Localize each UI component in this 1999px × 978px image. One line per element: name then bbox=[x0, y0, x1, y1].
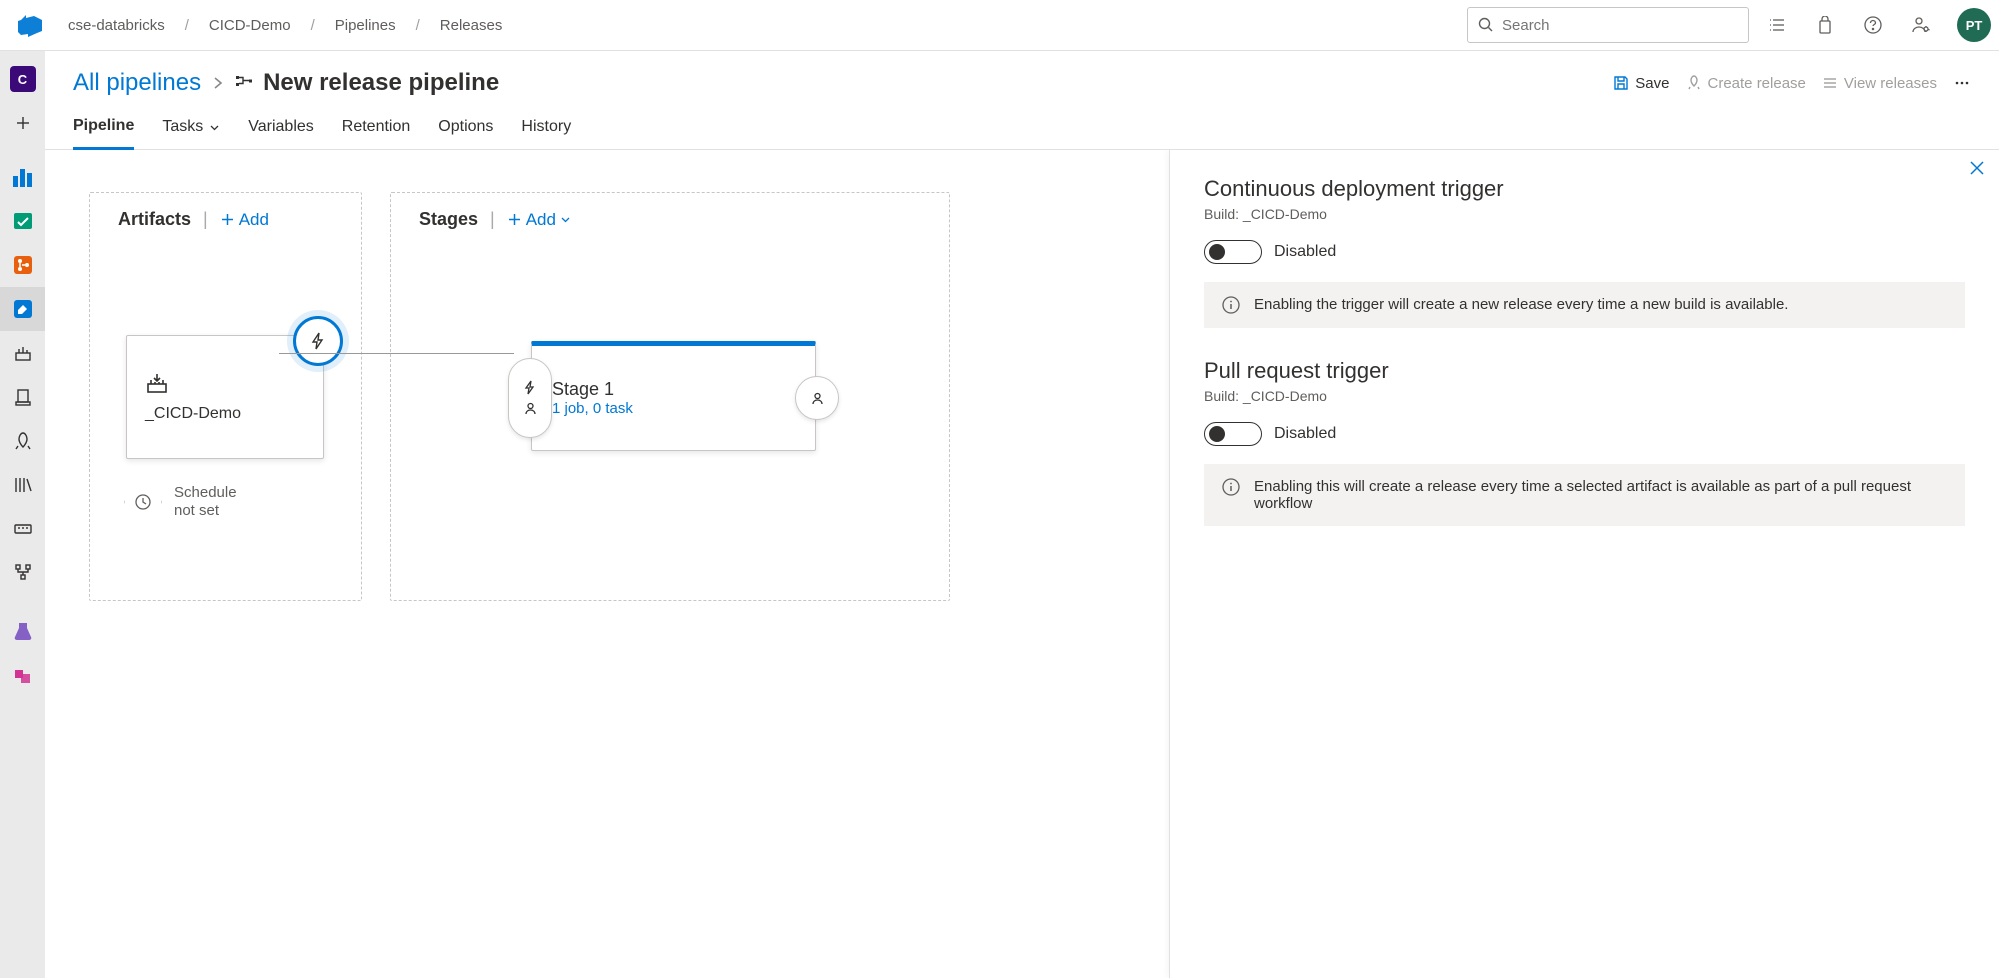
person-icon bbox=[523, 401, 538, 416]
nav-boards-icon[interactable] bbox=[0, 199, 45, 243]
user-avatar[interactable]: PT bbox=[1957, 8, 1991, 42]
schedule-hex-icon bbox=[124, 481, 162, 523]
info-icon bbox=[1222, 478, 1240, 496]
close-panel-button[interactable] bbox=[1969, 160, 1985, 176]
tab-variables[interactable]: Variables bbox=[248, 118, 314, 148]
clock-icon bbox=[134, 493, 152, 511]
all-pipelines-link[interactable]: All pipelines bbox=[73, 69, 201, 97]
info-icon bbox=[1222, 296, 1240, 314]
stages-heading: Stages bbox=[419, 209, 478, 230]
pr-trigger-toggle-label: Disabled bbox=[1274, 425, 1336, 443]
artifacts-column: Artifacts | Add _CICD-Demo bbox=[89, 192, 362, 601]
nav-overview-icon[interactable] bbox=[0, 155, 45, 199]
tab-tasks[interactable]: Tasks bbox=[162, 118, 220, 148]
pr-trigger-heading: Pull request trigger bbox=[1204, 358, 1965, 384]
tab-retention[interactable]: Retention bbox=[342, 118, 411, 148]
lightning-icon bbox=[523, 380, 538, 395]
view-releases-button[interactable]: View releases bbox=[1822, 75, 1937, 92]
pr-trigger-toggle[interactable] bbox=[1204, 422, 1262, 446]
artifact-name: _CICD-Demo bbox=[145, 405, 305, 423]
nav-environments-icon[interactable] bbox=[0, 375, 45, 419]
artifacts-heading: Artifacts bbox=[118, 209, 191, 230]
chevron-down-icon bbox=[560, 214, 571, 225]
trigger-panel: Continuous deployment trigger Build: _CI… bbox=[1169, 150, 1999, 978]
nav-taskgroups-icon[interactable] bbox=[0, 507, 45, 551]
top-bar: cse-databricks / CICD-Demo / Pipelines /… bbox=[0, 0, 1999, 51]
chevron-right-icon bbox=[211, 76, 225, 90]
breadcrumb-releases[interactable]: Releases bbox=[440, 17, 503, 34]
page-header: All pipelines New release pipeline Save … bbox=[45, 51, 1999, 99]
nav-add[interactable] bbox=[0, 101, 45, 145]
stage-tasks-link[interactable]: 1 job, 0 task bbox=[552, 400, 795, 417]
breadcrumb-pipelines[interactable]: Pipelines bbox=[335, 17, 396, 34]
stage-card[interactable]: Stage 1 1 job, 0 task bbox=[531, 341, 816, 451]
azure-devops-logo-icon[interactable] bbox=[8, 3, 52, 47]
cd-trigger-info: Enabling the trigger will create a new r… bbox=[1204, 282, 1965, 328]
work-items-icon[interactable] bbox=[1757, 5, 1797, 45]
connector-line bbox=[279, 353, 514, 354]
person-icon bbox=[810, 391, 825, 406]
breadcrumbs: cse-databricks / CICD-Demo / Pipelines /… bbox=[68, 17, 502, 34]
artifact-trigger-button[interactable] bbox=[293, 316, 343, 366]
pipeline-canvas: Artifacts | Add _CICD-Demo bbox=[45, 150, 1169, 978]
breadcrumb-project[interactable]: CICD-Demo bbox=[209, 17, 291, 34]
build-source-icon bbox=[145, 371, 305, 395]
add-artifact-button[interactable]: Add bbox=[220, 210, 269, 230]
pipeline-title: New release pipeline bbox=[263, 69, 499, 97]
pr-trigger-info: Enabling this will create a release ever… bbox=[1204, 464, 1965, 526]
nav-pipelines-icon[interactable] bbox=[0, 287, 45, 331]
add-stage-button[interactable]: Add bbox=[507, 210, 571, 230]
pr-trigger-sub: Build: _CICD-Demo bbox=[1204, 388, 1965, 404]
cd-trigger-toggle[interactable] bbox=[1204, 240, 1262, 264]
create-release-button[interactable]: Create release bbox=[1686, 75, 1806, 92]
nav-project[interactable]: C bbox=[0, 57, 45, 101]
nav-deployment-groups-icon[interactable] bbox=[0, 551, 45, 595]
nav-builds-icon[interactable] bbox=[0, 331, 45, 375]
stage-predeployment-button[interactable] bbox=[508, 358, 552, 438]
cd-trigger-heading: Continuous deployment trigger bbox=[1204, 176, 1965, 202]
save-button[interactable]: Save bbox=[1613, 75, 1669, 92]
cd-trigger-sub: Build: _CICD-Demo bbox=[1204, 206, 1965, 222]
chevron-down-icon bbox=[209, 122, 220, 133]
tabs: Pipeline Tasks Variables Retention Optio… bbox=[45, 99, 1999, 150]
tab-history[interactable]: History bbox=[521, 118, 571, 148]
schedule-row[interactable]: Schedule not set bbox=[124, 481, 237, 523]
lightning-icon bbox=[309, 332, 327, 350]
more-actions-button[interactable] bbox=[1953, 74, 1971, 92]
left-nav: C bbox=[0, 51, 45, 978]
stages-column: Stages | Add bbox=[390, 192, 950, 601]
nav-library-icon[interactable] bbox=[0, 463, 45, 507]
release-pipeline-icon bbox=[235, 74, 253, 92]
breadcrumb-org[interactable]: cse-databricks bbox=[68, 17, 165, 34]
user-settings-icon[interactable] bbox=[1901, 5, 1941, 45]
nav-repos-icon[interactable] bbox=[0, 243, 45, 287]
tab-pipeline[interactable]: Pipeline bbox=[73, 117, 134, 150]
marketplace-icon[interactable] bbox=[1805, 5, 1845, 45]
stage-name: Stage 1 bbox=[552, 379, 795, 400]
nav-releases-icon[interactable] bbox=[0, 419, 45, 463]
search-input[interactable] bbox=[1502, 17, 1738, 34]
help-icon[interactable] bbox=[1853, 5, 1893, 45]
nav-artifacts-icon[interactable] bbox=[0, 653, 45, 697]
stage-postdeployment-button[interactable] bbox=[795, 376, 839, 420]
nav-testplans-icon[interactable] bbox=[0, 609, 45, 653]
search-box[interactable] bbox=[1467, 7, 1749, 43]
tab-options[interactable]: Options bbox=[438, 118, 493, 148]
cd-trigger-toggle-label: Disabled bbox=[1274, 243, 1336, 261]
schedule-text: Schedule not set bbox=[174, 484, 237, 520]
